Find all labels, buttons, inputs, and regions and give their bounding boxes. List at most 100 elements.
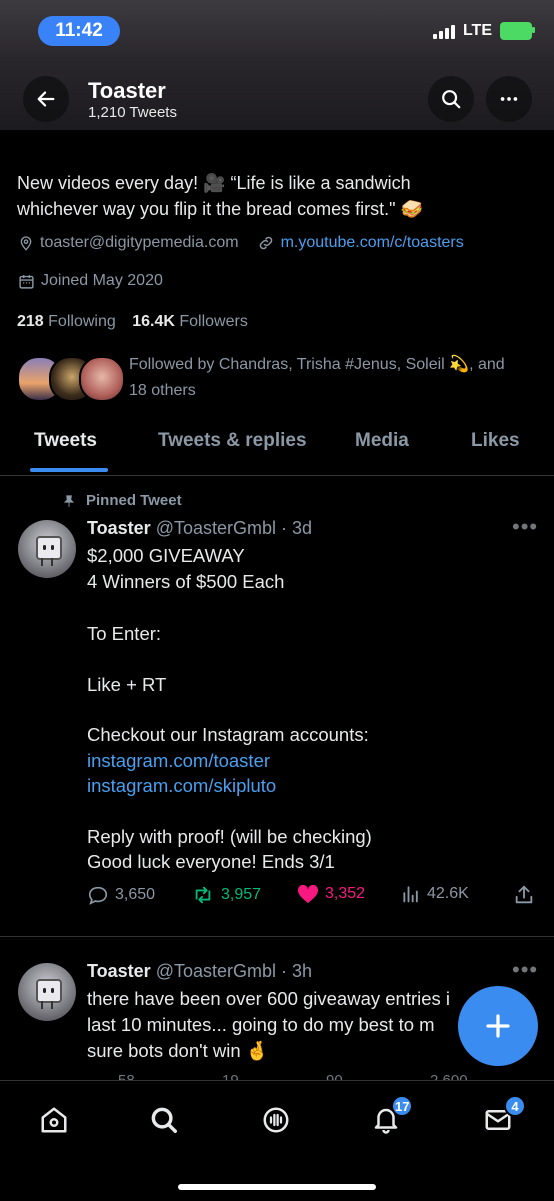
- tweet-more-button[interactable]: •••: [512, 514, 538, 540]
- reply-icon: [88, 886, 108, 905]
- tab-media[interactable]: Media: [355, 430, 409, 452]
- followers-label: Followers: [179, 313, 248, 330]
- status-indicators: LTE: [432, 22, 535, 40]
- nav-search[interactable]: [146, 1103, 182, 1137]
- tab-tweets-replies[interactable]: Tweets & replies: [158, 430, 307, 452]
- tab-likes[interactable]: Likes: [471, 430, 520, 452]
- spaces-icon: [263, 1107, 289, 1133]
- tweet-author-name[interactable]: Toaster: [87, 961, 151, 981]
- more-icon: [500, 97, 518, 101]
- calendar-icon: [19, 274, 34, 289]
- views-button[interactable]: 42.6K: [401, 884, 469, 904]
- leg: [51, 1001, 53, 1009]
- tweet-handle-time: @ToasterGmbl · 3d: [155, 518, 313, 538]
- tweet-avatar[interactable]: [18, 520, 76, 578]
- pinned-text: Pinned Tweet: [86, 492, 182, 509]
- tweet-handle-time: @ToasterGmbl · 3h: [155, 961, 313, 981]
- share-button[interactable]: [513, 884, 535, 906]
- followed-by-line: 18 others: [129, 382, 196, 399]
- view-count: 42.6K: [427, 885, 469, 902]
- profile-website-link[interactable]: m.youtube.com/c/toasters: [281, 234, 464, 252]
- instagram-link[interactable]: instagram.com/skipluto: [87, 775, 276, 797]
- bottom-nav: 17 4: [0, 1080, 554, 1201]
- leg: [41, 1001, 43, 1009]
- tweet-text-line: Checkout our Instagram accounts:: [87, 724, 369, 745]
- followed-by-text[interactable]: Followed by Chandras, Trisha #Jenus, Sol…: [129, 352, 534, 404]
- eye: [51, 545, 54, 550]
- retweet-count: 3,957: [221, 886, 262, 903]
- search-icon: [151, 1107, 177, 1133]
- joined-date: Joined May 2020: [41, 272, 163, 289]
- eye: [51, 988, 54, 993]
- share-icon: [515, 885, 533, 904]
- profile-bio: New videos every day! 🎥 “Life is like a …: [17, 170, 537, 222]
- reply-count: 3,650: [115, 886, 156, 903]
- tweet-header: Toaster @ToasterGmbl · 3d: [87, 518, 312, 539]
- active-tab-indicator: [30, 468, 108, 472]
- instagram-link[interactable]: instagram.com/toaster: [87, 750, 270, 772]
- followers-count: 16.4K: [132, 313, 175, 330]
- like-button[interactable]: 3,352: [297, 884, 365, 904]
- divider: [0, 936, 554, 937]
- follow-stats: 218 Following 16.4K Followers: [17, 313, 248, 331]
- home-icon: [41, 1107, 67, 1133]
- eye: [43, 545, 46, 550]
- profile-name-header: Toaster: [88, 78, 166, 103]
- tweet-count: 1,210 Tweets: [88, 104, 177, 121]
- divider: [0, 475, 554, 476]
- following-link[interactable]: 218 Following: [17, 313, 116, 330]
- following-count: 218: [17, 313, 44, 330]
- tweet-text-line: Reply with proof! (will be checking): [87, 826, 372, 847]
- tweet-text-line: $2,000 GIVEAWAY: [87, 545, 245, 566]
- notifications-badge: 17: [391, 1095, 414, 1117]
- tweet-actions: 3,650 3,957 3,352 42.6K: [87, 884, 537, 910]
- toaster-face: [36, 979, 62, 1003]
- profile-meta-location: toaster@digitypemedia.com m.youtube.com/…: [18, 234, 464, 252]
- tweet-text-line: 4 Winners of $500 Each: [87, 571, 285, 592]
- reply-button[interactable]: 3,650: [87, 884, 155, 906]
- retweet-icon: [195, 886, 211, 904]
- tweet-text-line: Good luck everyone! Ends 3/1: [87, 851, 335, 872]
- heart-icon: [297, 884, 319, 904]
- network-label: LTE: [462, 22, 492, 39]
- followed-by-avatars[interactable]: [17, 356, 125, 402]
- tweet-more-button[interactable]: •••: [512, 957, 538, 983]
- battery-icon: [500, 22, 535, 40]
- search-button[interactable]: [428, 76, 474, 122]
- more-options-button[interactable]: [486, 76, 532, 122]
- tweet-text-line: last 10 minutes... going to do my best t…: [87, 1014, 435, 1035]
- bio-line: whichever way you flip it the bread come…: [17, 199, 423, 219]
- messages-badge: 4: [504, 1095, 526, 1117]
- followed-by-line: Followed by Chandras, Trisha #Jenus, Sol…: [129, 356, 505, 373]
- nav-spaces[interactable]: [258, 1103, 294, 1137]
- tweet-text-line: sure bots don't win 🤞: [87, 1040, 269, 1061]
- like-count: 3,352: [325, 885, 366, 902]
- profile-email: toaster@digitypemedia.com: [40, 234, 239, 251]
- home-indicator: [178, 1184, 376, 1190]
- compose-tweet-button[interactable]: [458, 986, 538, 1066]
- followers-link[interactable]: 16.4K Followers: [132, 313, 248, 330]
- link-icon: [259, 236, 272, 250]
- analytics-icon: [403, 886, 418, 903]
- avatar: [79, 356, 125, 402]
- nav-home[interactable]: [36, 1103, 72, 1137]
- eye: [43, 988, 46, 993]
- status-time: 11:42: [38, 16, 120, 46]
- tweet-avatar[interactable]: [18, 963, 76, 1021]
- tweet-text-line: Like + RT: [87, 674, 167, 695]
- plus-icon: [486, 1014, 510, 1038]
- leg: [41, 558, 43, 566]
- bio-line: New videos every day! 🎥 “Life is like a …: [17, 173, 411, 193]
- leg: [51, 558, 53, 566]
- tweet-author-name[interactable]: Toaster: [87, 518, 151, 538]
- retweet-button[interactable]: 3,957: [191, 884, 261, 906]
- pinned-label: Pinned Tweet: [62, 492, 182, 509]
- profile-meta-joined: Joined May 2020: [18, 272, 163, 290]
- tweet-text-line: To Enter:: [87, 623, 162, 644]
- back-button[interactable]: [23, 76, 69, 122]
- tweet-text-line: there have been over 600 giveaway entrie…: [87, 988, 451, 1009]
- search-icon: [442, 90, 461, 109]
- location-pin-icon: [20, 236, 32, 251]
- tweet-header: Toaster @ToasterGmbl · 3h: [87, 961, 312, 982]
- tab-tweets[interactable]: Tweets: [34, 430, 97, 452]
